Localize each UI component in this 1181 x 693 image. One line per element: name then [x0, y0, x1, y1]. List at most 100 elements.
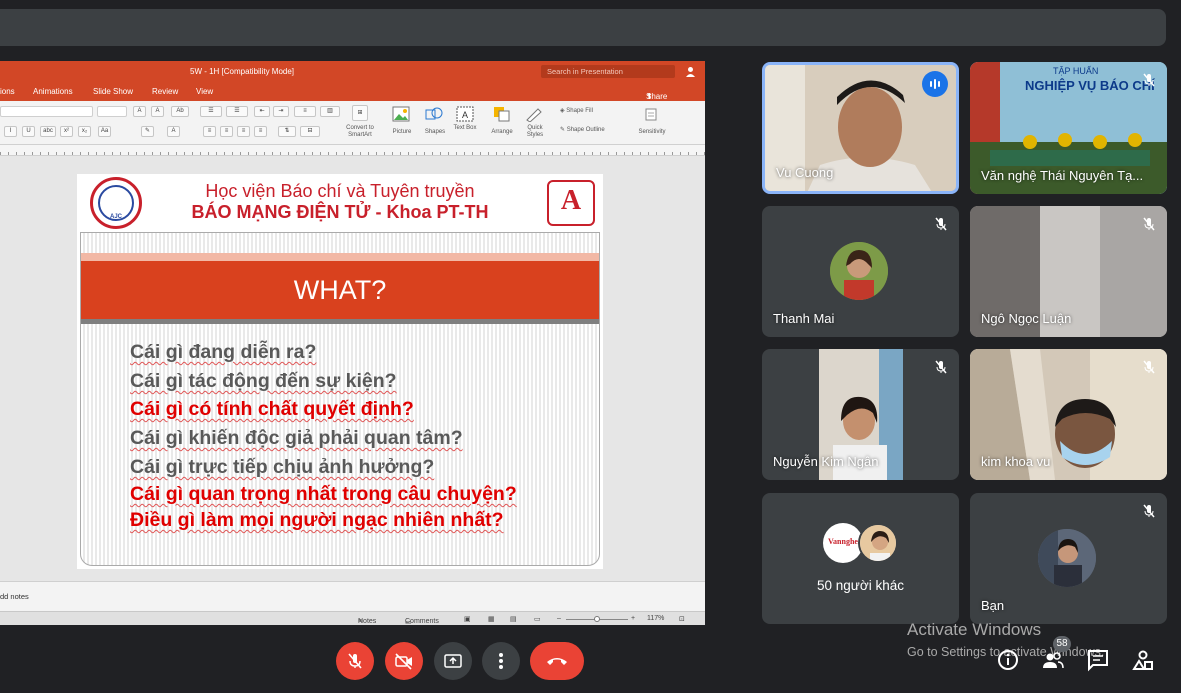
chat-icon[interactable]	[1086, 648, 1110, 672]
participant-tile-kim-khoa-vu[interactable]: kim khoa vu	[970, 349, 1167, 480]
shapes-icon[interactable]	[424, 106, 444, 122]
participant-name: Thanh Mai	[773, 311, 835, 326]
smartart-icon[interactable]: ⊞	[352, 105, 368, 121]
participant-tile-vu-cuong[interactable]: Vu Cuong	[762, 62, 959, 194]
activities-icon[interactable]	[1131, 648, 1155, 672]
van-nghe-banner-1: TẬP HUẤN	[1053, 66, 1099, 76]
svg-text:A: A	[462, 110, 468, 120]
participant-name: Vu Cuong	[776, 165, 834, 180]
picture-label: Picture	[392, 129, 412, 135]
shape-fill-button[interactable]: ◈ Shape Fill	[560, 108, 610, 115]
camera-toggle-button[interactable]	[385, 642, 423, 680]
font-name-select[interactable]	[0, 106, 93, 117]
underline-button[interactable]: U	[22, 126, 35, 137]
avatar	[1038, 529, 1096, 587]
ruler	[0, 145, 705, 156]
decrease-indent-button[interactable]: ⇤	[254, 106, 270, 117]
font-color-button[interactable]: A	[167, 126, 180, 137]
user-icon[interactable]	[684, 65, 697, 78]
slide-sorter-button[interactable]: ▦	[488, 615, 495, 623]
increase-indent-button[interactable]: ⇥	[273, 106, 289, 117]
shrink-font-button[interactable]: A	[151, 106, 164, 117]
more-options-button[interactable]	[482, 642, 520, 680]
numbering-button[interactable]: ☰	[226, 106, 248, 117]
bullets-button[interactable]: ☰	[200, 106, 222, 117]
ppt-doc-title: 5W - 1H [Compatibility Mode]	[190, 67, 295, 76]
tab-animations[interactable]: Animations	[33, 87, 73, 96]
info-icon[interactable]	[996, 648, 1020, 672]
reading-view-button[interactable]: ▤	[510, 615, 517, 623]
sensitivity-icon[interactable]	[643, 106, 659, 122]
notes-placeholder: dd notes	[0, 592, 29, 601]
tab-review[interactable]: Review	[152, 87, 178, 96]
slideshow-button[interactable]: ▭	[534, 615, 541, 623]
grow-font-button[interactable]: A	[133, 106, 146, 117]
fit-slide-button[interactable]: ⊡	[679, 615, 685, 623]
participant-tile-you[interactable]: Bạn	[970, 493, 1167, 624]
arrange-label: Arrange	[491, 129, 513, 135]
slide-question: Cái gì quan trọng nhất trong câu chuyện?	[130, 483, 517, 505]
tab-transitions[interactable]: ions	[0, 87, 15, 96]
ppt-ribbon-tabs: ions Animations Slide Show Review View ⬆…	[0, 82, 705, 101]
slide-question: Điều gì làm mọi người ngạc nhiên nhất?	[130, 509, 504, 531]
slide-title: WHAT?	[293, 275, 387, 305]
zoom-in-button[interactable]: +	[631, 615, 635, 622]
tab-view[interactable]: View	[196, 87, 213, 96]
mic-off-icon	[1143, 217, 1155, 231]
picture-icon[interactable]	[392, 106, 410, 122]
normal-view-button[interactable]: ▣	[464, 615, 471, 623]
slide-question: Cái gì khiến độc giả phải quan tâm?	[130, 427, 463, 449]
tab-slide-show[interactable]: Slide Show	[93, 87, 133, 96]
notes-pane[interactable]: dd notes	[0, 581, 705, 611]
van-nghe-banner-2: NGHIỆP VỤ BÁO CHÍ	[1025, 78, 1155, 93]
zoom-slider-handle[interactable]	[594, 616, 600, 622]
faculty-logo: A	[547, 180, 595, 226]
others-avatar-text: Vannghe	[828, 537, 858, 546]
change-case-button[interactable]: Aa	[98, 126, 111, 137]
superscript-button[interactable]: x²	[60, 126, 73, 137]
participant-tile-nguyen-kim-ngan[interactable]: Nguyễn Kim Ngân	[762, 349, 959, 480]
arrange-icon[interactable]	[493, 106, 511, 122]
participant-tile-thanh-mai[interactable]: Thanh Mai	[762, 206, 959, 337]
comments-label: Comments	[405, 618, 439, 625]
participant-tile-ngo-ngoc-luan[interactable]: Ngô Ngọc Luận	[970, 206, 1167, 337]
slide[interactable]: AJC Học viện Báo chí và Tuyên truyền BÁO…	[77, 174, 603, 569]
text-direction-button[interactable]: ⇅	[278, 126, 296, 137]
leave-call-button[interactable]	[530, 642, 584, 680]
zoom-level[interactable]: 117%	[647, 615, 664, 622]
text-box-icon[interactable]: A	[456, 106, 474, 122]
align-left-button[interactable]: ≡	[203, 126, 216, 137]
highlight-button[interactable]: ✎	[141, 126, 154, 137]
camera-off-icon	[395, 653, 412, 670]
participant-name: Ngô Ngọc Luận	[981, 311, 1072, 326]
italic-button[interactable]: I	[4, 126, 17, 137]
align-text-button[interactable]: ⊟	[300, 126, 320, 137]
shared-screen: 5W - 1H [Compatibility Mode] Search in P…	[0, 61, 705, 625]
justify-button[interactable]: ≡	[254, 126, 267, 137]
ppt-ribbon: A A Ab I U abc x² x₂ Aa ✎ A ☰ ☰ ⇤ ⇥ ≡ ▥ …	[0, 101, 705, 145]
participant-name: Nguyễn Kim Ngân	[773, 454, 879, 469]
faculty-logo-letter: A	[560, 185, 582, 216]
status-bar: ≡ Notes ▭ Comments ▣ ▦ ▤ ▭ – + 117% ⊡	[0, 611, 705, 625]
strikethrough-button[interactable]: abc	[40, 126, 56, 137]
quick-styles-label: Quick Styles	[526, 125, 544, 138]
participant-tile-others[interactable]: Vannghe 50 người khác	[762, 493, 959, 624]
participant-tile-van-nghe[interactable]: TẬP HUẤN NGHIỆP VỤ BÁO CHÍ Văn nghệ Thái…	[970, 62, 1167, 194]
mic-off-icon	[935, 217, 947, 231]
mic-toggle-button[interactable]	[336, 642, 374, 680]
subscript-button[interactable]: x₂	[78, 126, 91, 137]
line-spacing-button[interactable]: ≡	[294, 106, 316, 117]
clear-format-button[interactable]: Ab	[171, 106, 189, 117]
quick-styles-icon[interactable]	[524, 106, 544, 122]
present-screen-button[interactable]	[434, 642, 472, 680]
columns-button[interactable]: ▥	[320, 106, 340, 117]
align-right-button[interactable]: ≡	[237, 126, 250, 137]
shape-outline-button[interactable]: ✎ Shape Outline	[560, 127, 625, 134]
ppt-search-input[interactable]: Search in Presentation	[541, 65, 675, 78]
align-center-button[interactable]: ≡	[220, 126, 233, 137]
convert-smartart-label: Convert to SmartArt	[346, 125, 374, 138]
font-size-select[interactable]	[97, 106, 127, 117]
zoom-out-button[interactable]: –	[557, 615, 561, 622]
sensitivity-label: Sensitivity	[638, 129, 666, 135]
share-label: Share	[646, 92, 668, 101]
